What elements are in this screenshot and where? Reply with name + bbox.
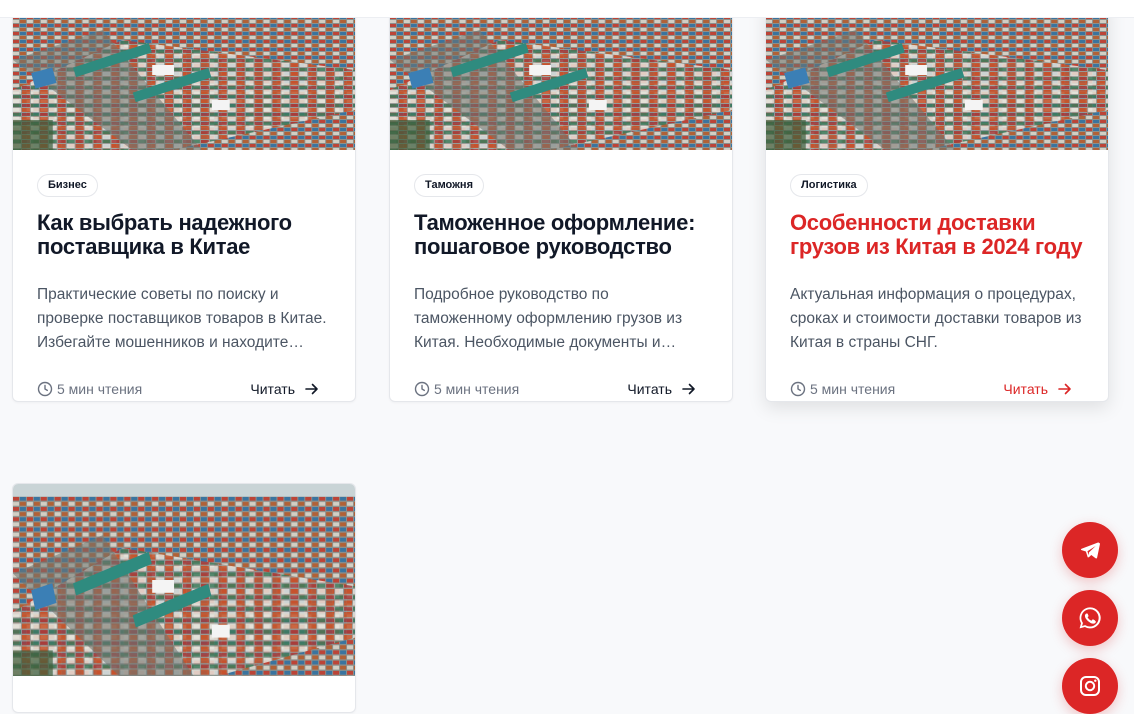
- instagram-icon: [1080, 676, 1100, 696]
- telegram-button[interactable]: [1062, 522, 1118, 578]
- category-tag[interactable]: Таможня: [414, 174, 484, 197]
- arrow-right-icon: [1058, 383, 1071, 395]
- read-time: 5 мин чтения: [414, 381, 519, 397]
- read-time-text: 5 мин чтения: [434, 381, 520, 397]
- read-time-text: 5 мин чтения: [810, 381, 896, 397]
- read-time: 5 мин чтения: [790, 381, 895, 397]
- article-title[interactable]: Как выбрать надежного поставщика в Китае: [37, 211, 331, 259]
- read-more-link[interactable]: Читать: [627, 381, 696, 397]
- article-image: [13, 0, 355, 150]
- clock-icon: [37, 381, 53, 397]
- telegram-icon: [1080, 542, 1100, 559]
- clock-icon: [414, 381, 430, 397]
- whatsapp-button[interactable]: [1062, 590, 1118, 646]
- article-image: [390, 0, 732, 150]
- article-card[interactable]: [12, 483, 356, 713]
- article-image: [13, 484, 355, 676]
- article-title[interactable]: Таможенное оформление: пошаговое руковод…: [414, 211, 708, 259]
- article-image: [766, 0, 1108, 150]
- article-card[interactable]: Бизнес Как выбрать надежного поставщика …: [12, 0, 356, 402]
- arrow-right-icon: [305, 383, 318, 395]
- article-excerpt: Подробное руководство по таможенному офо…: [414, 286, 683, 351]
- clock-icon: [790, 381, 806, 397]
- read-more-label: Читать: [627, 381, 672, 397]
- article-card[interactable]: Таможня Таможенное оформление: пошаговое…: [389, 0, 733, 402]
- read-more-label: Читать: [1003, 381, 1048, 397]
- category-tag[interactable]: Логистика: [790, 174, 868, 197]
- read-time-text: 5 мин чтения: [57, 381, 143, 397]
- category-tag[interactable]: Бизнес: [37, 174, 98, 197]
- read-more-link[interactable]: Читать: [250, 381, 319, 397]
- read-more-label: Читать: [250, 381, 295, 397]
- article-card[interactable]: Логистика Особенности доставки грузов из…: [765, 0, 1109, 402]
- article-excerpt: Актуальная информация о процедурах, срок…: [790, 286, 1082, 351]
- site-header: [0, 0, 1134, 18]
- whatsapp-icon: [1079, 607, 1101, 629]
- arrow-right-icon: [682, 383, 695, 395]
- article-excerpt: Практические советы по поиску и проверке…: [37, 286, 327, 351]
- article-title[interactable]: Особенности доставки грузов из Китая в 2…: [790, 211, 1084, 259]
- instagram-button[interactable]: [1062, 658, 1118, 714]
- read-more-link[interactable]: Читать: [1003, 381, 1072, 397]
- read-time: 5 мин чтения: [37, 381, 142, 397]
